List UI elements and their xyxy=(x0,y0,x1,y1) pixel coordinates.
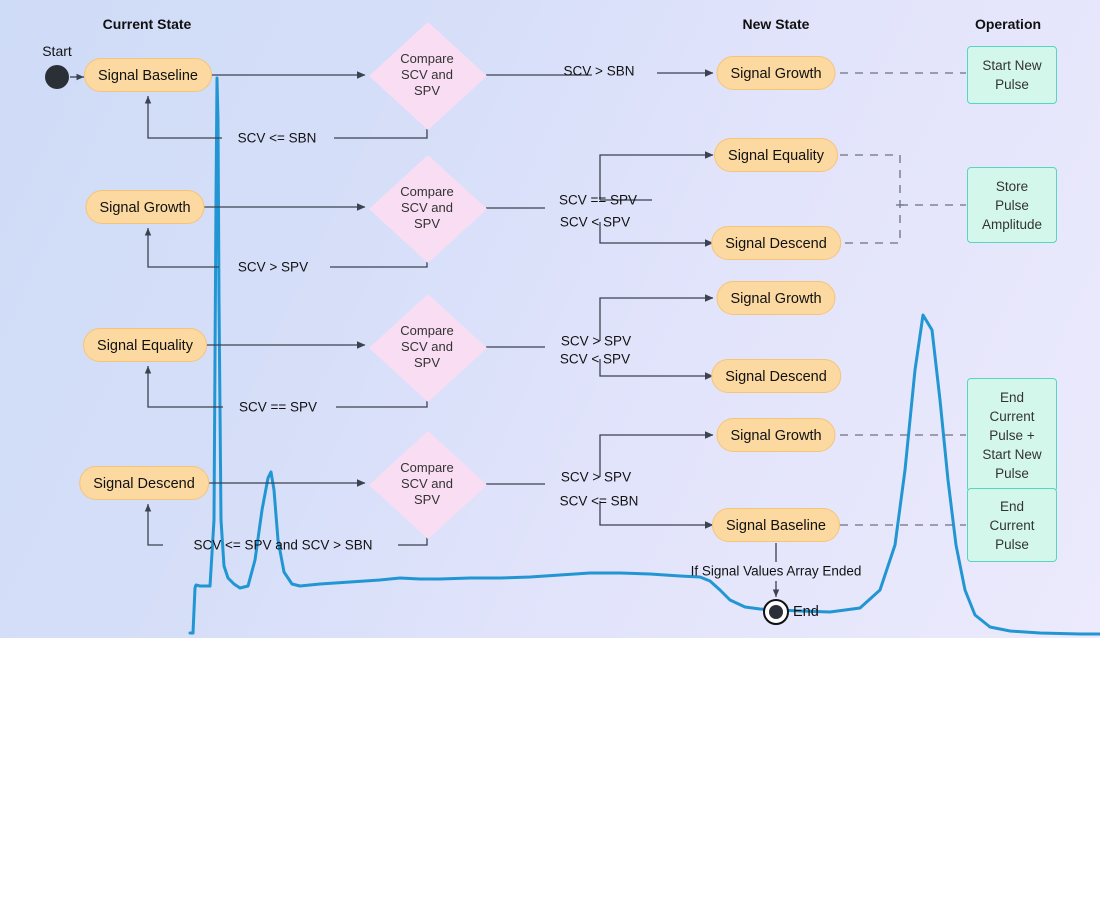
decision-compare-1-text: Compare SCV and SPV xyxy=(369,51,485,99)
transition-label-array-ended: If Signal Values Array Ended xyxy=(690,563,862,579)
transition-label-scv-gt-spv-2: SCV > SPV xyxy=(560,333,632,349)
state-new-signal-growth-3[interactable]: Signal Growth xyxy=(716,418,836,452)
transition-label-scv-gt-spv-loop2: SCV > SPV xyxy=(237,259,309,275)
operation-text-line: End xyxy=(999,498,1024,514)
decision-compare-3[interactable]: Compare SCV and SPV xyxy=(369,294,487,402)
operation-text-line: End xyxy=(999,389,1025,405)
operation-text: End Current Pulse xyxy=(989,497,1034,554)
decision-compare-1[interactable]: Compare SCV and SPV xyxy=(369,22,487,130)
state-current-signal-growth[interactable]: Signal Growth xyxy=(85,190,205,224)
end-label: End xyxy=(793,604,819,620)
decision-line-1: Compare xyxy=(400,460,454,475)
state-new-signal-baseline[interactable]: Signal Baseline xyxy=(712,508,840,542)
operation-text: Store Pulse Amplitude xyxy=(982,177,1042,234)
decision-line-2: SCV and xyxy=(400,200,454,215)
decision-compare-2-text: Compare SCV and SPV xyxy=(369,184,485,232)
decision-line-1: Compare xyxy=(400,51,454,66)
operation-text-line: Current xyxy=(989,408,1035,424)
transition-label-scv-gt-spv-3: SCV > SPV xyxy=(560,469,632,485)
connector-layer xyxy=(70,69,966,597)
decision-line-3: SPV xyxy=(413,83,440,98)
operation-text: Start New Pulse xyxy=(982,56,1041,94)
decision-line-1: Compare xyxy=(400,323,454,338)
operation-text-line: Start New xyxy=(982,446,1042,462)
operation-text-line: Pulse xyxy=(995,465,1029,481)
decision-line-3: SPV xyxy=(413,355,440,370)
diagram-canvas: Current State New State Operation Start … xyxy=(0,0,1100,638)
state-current-signal-equality[interactable]: Signal Equality xyxy=(83,328,207,362)
diagram-page: Current State New State Operation Start … xyxy=(0,0,1100,920)
transition-label-scv-gt-sbn-1: SCV > SBN xyxy=(563,63,635,79)
decision-line-2: SCV and xyxy=(400,67,454,82)
decision-compare-4[interactable]: Compare SCV and SPV xyxy=(369,431,487,539)
start-node[interactable] xyxy=(45,65,69,89)
transition-label-scv-eq-spv-loop3: SCV == SPV xyxy=(238,399,318,415)
decision-compare-2[interactable]: Compare SCV and SPV xyxy=(369,155,487,263)
transition-label-scv-eq-spv-1: SCV == SPV xyxy=(558,192,638,208)
transition-label-scv-lt-spv-1: SCV < SPV xyxy=(559,214,631,230)
operation-end-current-start-new-pulse[interactable]: End Current Pulse + Start New Pulse xyxy=(967,378,1057,492)
operation-text-line: Current xyxy=(989,517,1035,533)
operation-store-pulse-amplitude[interactable]: Store Pulse Amplitude xyxy=(967,167,1057,243)
operation-start-new-pulse[interactable]: Start New Pulse xyxy=(967,46,1057,104)
column-header-new-state: New State xyxy=(742,16,810,32)
state-new-signal-equality[interactable]: Signal Equality xyxy=(714,138,838,172)
decision-line-2: SCV and xyxy=(400,476,454,491)
decision-line-3: SPV xyxy=(413,492,440,507)
decision-compare-3-text: Compare SCV and SPV xyxy=(369,323,485,371)
operation-text-line: Pulse + xyxy=(989,427,1035,443)
state-current-signal-baseline[interactable]: Signal Baseline xyxy=(84,58,212,92)
transition-label-scv-le-spv-and-gt-sbn: SCV <= SPV and SCV > SBN xyxy=(193,537,373,553)
operation-text-line: Amplitude xyxy=(981,216,1043,232)
state-new-signal-growth-1[interactable]: Signal Growth xyxy=(716,56,836,90)
operation-text-line: Pulse xyxy=(995,536,1029,552)
operation-text-line: Pulse xyxy=(995,197,1029,213)
decision-line-1: Compare xyxy=(400,184,454,199)
state-new-signal-descend-2[interactable]: Signal Descend xyxy=(711,359,841,393)
state-current-signal-descend[interactable]: Signal Descend xyxy=(79,466,209,500)
decision-compare-4-text: Compare SCV and SPV xyxy=(369,460,485,508)
state-new-signal-descend-1[interactable]: Signal Descend xyxy=(711,226,841,260)
decision-line-3: SPV xyxy=(413,216,440,231)
start-label: Start xyxy=(42,43,72,59)
operation-text-line: Start New xyxy=(982,58,1042,73)
decision-line-2: SCV and xyxy=(400,339,454,354)
end-node[interactable] xyxy=(763,599,789,625)
state-new-signal-growth-2[interactable]: Signal Growth xyxy=(716,281,836,315)
operation-text-line: Pulse xyxy=(995,77,1029,92)
transition-label-scv-lt-spv-2: SCV < SPV xyxy=(559,351,631,367)
operation-end-current-pulse[interactable]: End Current Pulse xyxy=(967,488,1057,562)
operation-text: End Current Pulse + Start New Pulse xyxy=(982,388,1041,483)
transition-label-scv-le-sbn-1: SCV <= SBN xyxy=(237,130,317,146)
column-header-current-state: Current State xyxy=(102,16,192,32)
transition-label-scv-le-sbn-2: SCV <= SBN xyxy=(559,493,639,509)
operation-text-line: Store xyxy=(995,178,1029,194)
column-header-operation: Operation xyxy=(974,16,1042,32)
